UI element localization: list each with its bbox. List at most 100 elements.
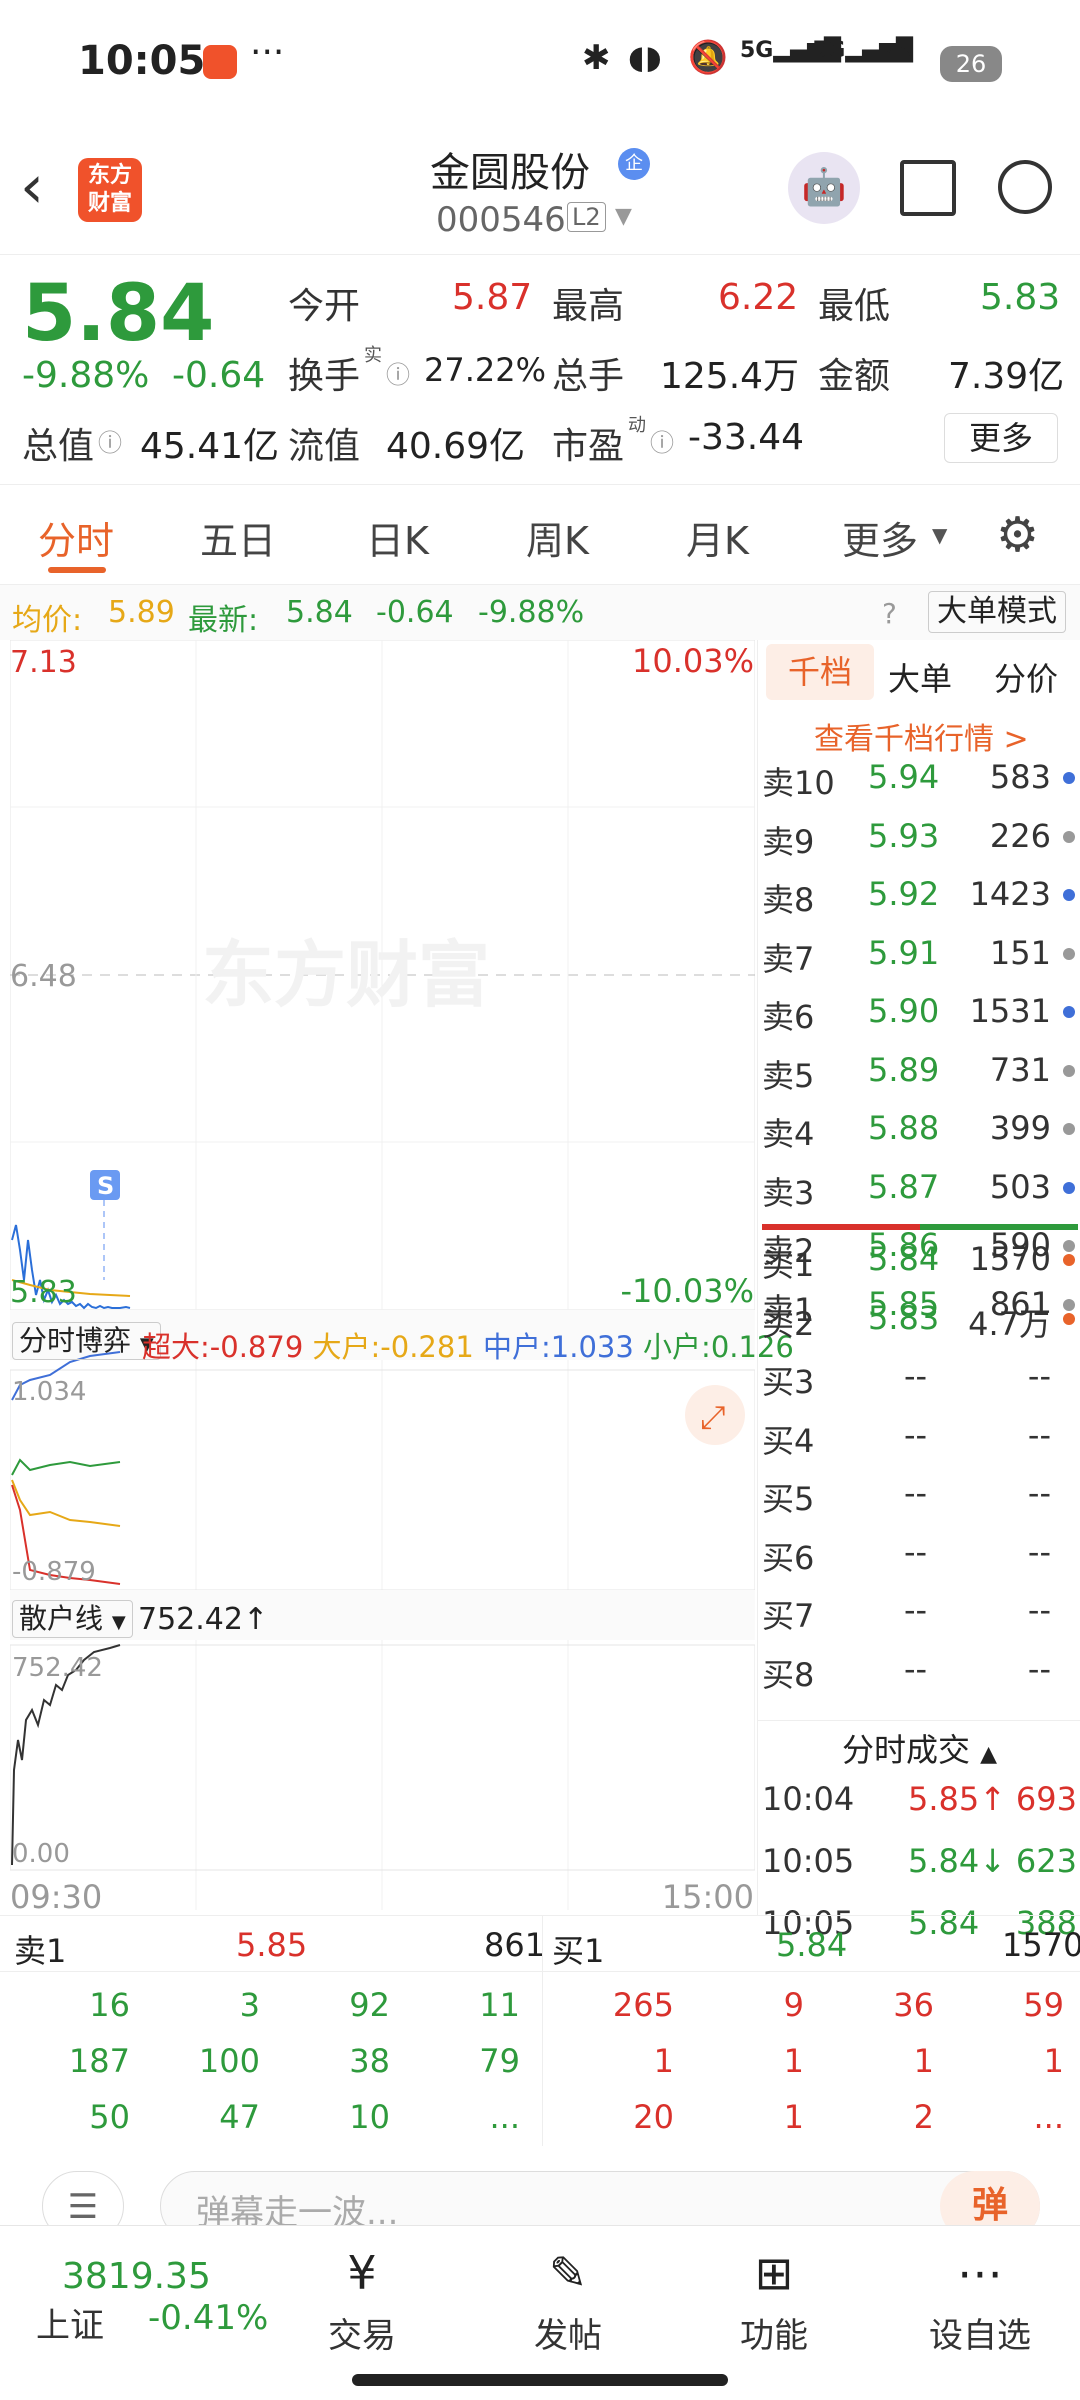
- retail-mode-select[interactable]: 散户线 ▼: [12, 1600, 133, 1638]
- tab-five-day[interactable]: 五日: [200, 510, 276, 565]
- queue-cell: 10: [349, 2098, 390, 2136]
- float-label: 流值: [288, 426, 361, 467]
- bid-row[interactable]: 买6 -- --: [758, 1533, 1080, 1577]
- ask1-volume: 861: [484, 1926, 546, 1964]
- search-icon[interactable]: [998, 160, 1052, 214]
- tab-weekly-k[interactable]: 周K: [526, 510, 589, 565]
- flow-mid-value: 1.033: [550, 1330, 634, 1364]
- level2-badge[interactable]: L2: [567, 202, 606, 232]
- flow-small-line: [11, 1458, 121, 1476]
- share-icon[interactable]: [900, 160, 956, 216]
- bid-row[interactable]: 买9 -- --: [758, 1708, 1080, 1718]
- big-order-mode-button[interactable]: 大单模式: [928, 591, 1066, 633]
- bid-row[interactable]: 买8 -- --: [758, 1650, 1080, 1694]
- tab-monthly-k[interactable]: 月K: [686, 510, 749, 565]
- amount-value: 7.39亿: [948, 356, 1065, 397]
- flow-mode-select[interactable]: 分时博弈 ▼: [12, 1322, 161, 1360]
- queue-cell: 1: [653, 2042, 674, 2080]
- nav-add-watchlist[interactable]: ⋯ 设自选: [910, 2246, 1050, 2357]
- index-pct[interactable]: -0.41%: [148, 2298, 268, 2338]
- high-value: 6.22: [718, 277, 799, 318]
- bid-price: --: [904, 1649, 928, 1688]
- nav-post[interactable]: ✎ 发帖: [498, 2246, 638, 2357]
- latest-change: -0.64: [376, 595, 454, 630]
- app-logo[interactable]: 东方 财富: [78, 158, 142, 222]
- active-tab-indicator: [48, 567, 106, 573]
- tab-intraday[interactable]: 分时: [38, 510, 114, 565]
- low-value: 5.83: [980, 277, 1061, 318]
- info-icon[interactable]: ⓘ: [98, 423, 122, 458]
- flow-large-value: -0.281: [380, 1330, 474, 1364]
- queue-cell: ...: [489, 2098, 520, 2136]
- mktcap-label: 总值: [22, 426, 95, 467]
- more-button[interactable]: 更多: [944, 413, 1058, 463]
- sell-signal-label: S: [97, 1172, 114, 1200]
- nav-functions-label: 功能: [740, 2316, 808, 2356]
- info-icon[interactable]: ⓘ: [650, 423, 674, 458]
- pe-value: -33.44: [688, 417, 805, 458]
- queue-divider: [542, 1916, 543, 2146]
- top-price-label: 7.13: [10, 645, 77, 680]
- back-arrow-icon[interactable]: ‹: [20, 152, 44, 222]
- index-value[interactable]: 3819.35: [62, 2256, 211, 2297]
- nav-add-watchlist-label: 设自选: [929, 2316, 1031, 2356]
- bid-volume: --: [1027, 1415, 1051, 1454]
- home-indicator: [352, 2374, 728, 2386]
- grid-icon: ⊞: [754, 2246, 794, 2300]
- settings-gear-icon[interactable]: ⚙: [996, 507, 1039, 563]
- tab-daily-k[interactable]: 日K: [366, 510, 429, 565]
- bid-level-label: 买8: [762, 1655, 815, 1694]
- danmu-bar: ☰ 弹幕走一波... 弹: [0, 2145, 1080, 2241]
- queue-cell: 265: [612, 1986, 674, 2024]
- expand-arrows: ⤢: [700, 1398, 726, 1436]
- bid-row[interactable]: 买2 5.83 4.7万: [758, 1299, 1080, 1343]
- queue-cell: 36: [893, 1986, 934, 2024]
- retail-value: 752.42↑: [138, 1602, 269, 1637]
- status-time: 10:05: [78, 38, 206, 84]
- retail-max-label: 752.42: [12, 1653, 103, 1683]
- nav-functions[interactable]: ⊞ 功能: [704, 2246, 844, 2357]
- last-price: 5.84: [22, 269, 215, 359]
- index-name[interactable]: 上证: [36, 2298, 104, 2347]
- nav-trade[interactable]: ¥ 交易: [292, 2246, 432, 2357]
- earbuds-icon: ◖◗: [628, 38, 662, 76]
- bid-volume: --: [1027, 1649, 1051, 1688]
- bid-row[interactable]: 买1 5.84 1570: [758, 1240, 1080, 1284]
- queue-cell: 59: [1023, 1986, 1064, 2024]
- chart-area[interactable]: 东方财富 S 7.13 10.03% 6.48 5.83 -10.03% 1.0…: [9, 639, 794, 1916]
- bid-row[interactable]: 买3 -- --: [758, 1357, 1080, 1401]
- status-bar: 10:05 ··· ✱ ◖◗ 🔕 5G▂▄▆█ 5G▂▄▆█ ◠ 26: [0, 0, 1080, 130]
- help-icon[interactable]: ?: [882, 597, 897, 630]
- latest-label: 最新:: [188, 603, 259, 638]
- bid-volume: 1570: [969, 1240, 1051, 1278]
- info-icon[interactable]: ⓘ: [386, 355, 410, 390]
- bid-level-label: 买3: [762, 1363, 815, 1401]
- change-pct: -9.88%: [22, 355, 150, 396]
- trades-header[interactable]: 分时成交 ▲: [758, 1720, 1080, 1778]
- tab-more[interactable]: 更多: [842, 510, 918, 565]
- bid-row[interactable]: 买4 -- --: [758, 1416, 1080, 1460]
- queue-cell: 92: [349, 1986, 390, 2024]
- bid-volume: --: [1027, 1591, 1051, 1629]
- chevron-down-icon[interactable]: ▼: [615, 204, 632, 229]
- bid-level-label: 买2: [762, 1304, 815, 1343]
- bid-price: --: [904, 1357, 928, 1395]
- change-amount: -0.64: [172, 355, 266, 396]
- wifi-icon: ◠: [884, 36, 914, 76]
- bid-volume: --: [1027, 1357, 1051, 1395]
- bid-row[interactable]: 买7 -- --: [758, 1591, 1080, 1635]
- bid-price: --: [904, 1591, 928, 1629]
- app-notification-icon: [203, 45, 237, 79]
- time-start-label: 09:30: [10, 1878, 102, 1915]
- level1-queue: 卖1 5.85 861 买1 5.84 1570 16 3 92 11 187 100 38…: [0, 1915, 1080, 2146]
- pe-label: 市盈: [552, 426, 625, 467]
- more-notifications-icon: ···: [250, 32, 285, 73]
- bid-level-label: 买9: [762, 1708, 814, 1718]
- robot-assistant-icon[interactable]: 🤖: [788, 152, 860, 224]
- bid-price: --: [904, 1415, 928, 1454]
- chevron-down-icon[interactable]: ▼: [932, 523, 947, 547]
- flow-min-label: -0.879: [12, 1557, 96, 1587]
- trades-title: 分时成交: [841, 1731, 970, 1769]
- latest-pct: -9.88%: [478, 595, 585, 630]
- bid-row[interactable]: 买5 -- --: [758, 1474, 1080, 1518]
